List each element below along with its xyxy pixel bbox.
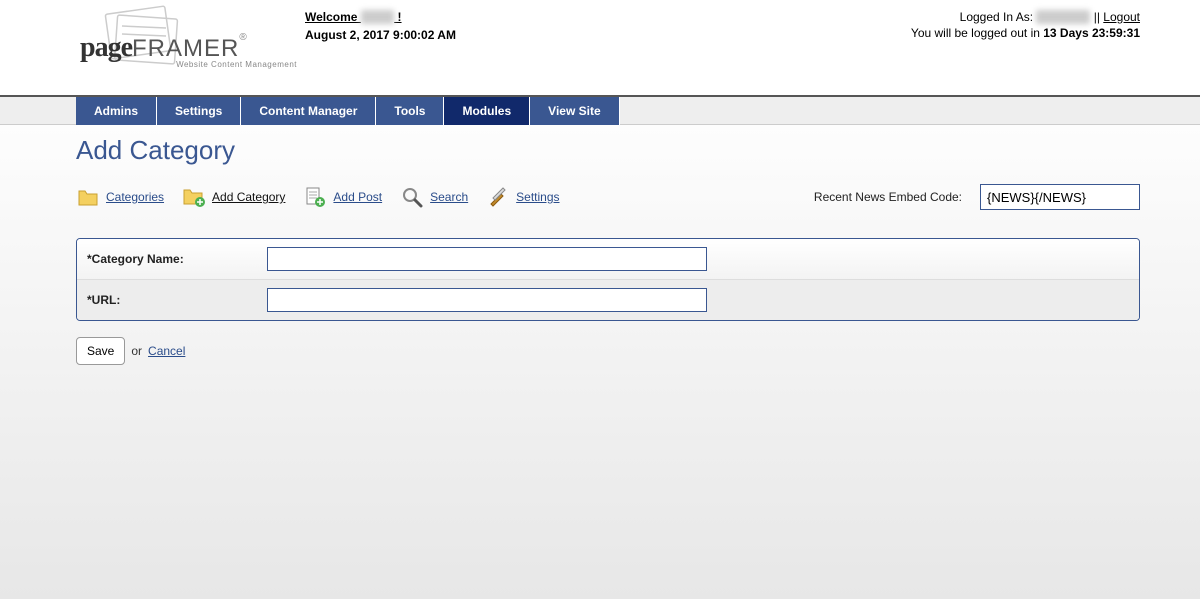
tool-add-category-label: Add Category <box>212 190 285 204</box>
logo-framer-text: FRAMER <box>132 35 239 62</box>
embed-code-label: Recent News Embed Code: <box>814 190 962 204</box>
logged-in-prefix: Logged In As: <box>960 10 1037 24</box>
tool-settings[interactable]: Settings <box>486 185 559 209</box>
logo-page-text: page <box>80 32 132 63</box>
tool-categories-label: Categories <box>106 190 164 204</box>
url-label: *URL: <box>87 293 267 307</box>
url-input[interactable] <box>267 288 707 312</box>
tool-add-post[interactable]: Add Post <box>303 185 382 209</box>
page-add-icon <box>303 185 327 209</box>
form-box: *Category Name: *URL: <box>76 238 1140 321</box>
header: pageFRAMER® Website Content Management W… <box>0 0 1200 95</box>
welcome-date: August 2, 2017 9:00:02 AM <box>305 28 456 42</box>
tool-settings-label: Settings <box>516 190 559 204</box>
logout-link[interactable]: Logout <box>1103 10 1140 24</box>
embed-code-input[interactable] <box>980 184 1140 210</box>
welcome-area: Welcome xxxxx ! August 2, 2017 9:00:02 A… <box>305 0 456 42</box>
category-name-label: *Category Name: <box>87 252 267 266</box>
logged-in-user: xxxxxxxxx <box>1036 10 1090 24</box>
folder-add-icon <box>182 185 206 209</box>
tool-add-category[interactable]: Add Category <box>182 185 285 209</box>
autologout-time: 13 Days 23:59:31 <box>1043 26 1140 40</box>
tool-search-label: Search <box>430 190 468 204</box>
separator: || <box>1090 10 1103 24</box>
folder-icon <box>76 185 100 209</box>
category-name-input[interactable] <box>267 247 707 271</box>
tab-view-site[interactable]: View Site <box>530 97 619 125</box>
autologout-prefix: You will be logged out in <box>911 26 1043 40</box>
logo: pageFRAMER® Website Content Management <box>80 0 305 69</box>
tab-tools[interactable]: Tools <box>376 97 444 125</box>
tab-content-manager[interactable]: Content Manager <box>241 97 376 125</box>
save-button[interactable]: Save <box>76 337 125 365</box>
welcome-prefix: Welcome <box>305 10 361 24</box>
form-row-category-name: *Category Name: <box>77 239 1139 280</box>
tab-settings[interactable]: Settings <box>157 97 241 125</box>
tab-admins[interactable]: Admins <box>76 97 157 125</box>
form-row-url: *URL: <box>77 280 1139 320</box>
login-status-area: Logged In As: xxxxxxxxx || Logout You wi… <box>911 0 1140 40</box>
tabbar: AdminsSettingsContent ManagerToolsModule… <box>0 97 1200 125</box>
tool-search[interactable]: Search <box>400 185 468 209</box>
content-area: Add Category Categories Add Category Add… <box>0 125 1200 599</box>
welcome-username: xxxxx <box>361 10 394 24</box>
or-text: or <box>131 344 142 358</box>
toolbar: Categories Add Category Add Post Search … <box>76 184 1140 210</box>
cancel-link[interactable]: Cancel <box>148 344 185 358</box>
tool-add-post-label: Add Post <box>333 190 382 204</box>
action-row: Save or Cancel <box>76 337 1140 365</box>
tools-icon <box>486 185 510 209</box>
tool-categories[interactable]: Categories <box>76 185 164 209</box>
tab-modules[interactable]: Modules <box>444 97 530 125</box>
page-title: Add Category <box>76 135 1140 166</box>
welcome-suffix: ! <box>394 10 401 24</box>
search-icon <box>400 185 424 209</box>
